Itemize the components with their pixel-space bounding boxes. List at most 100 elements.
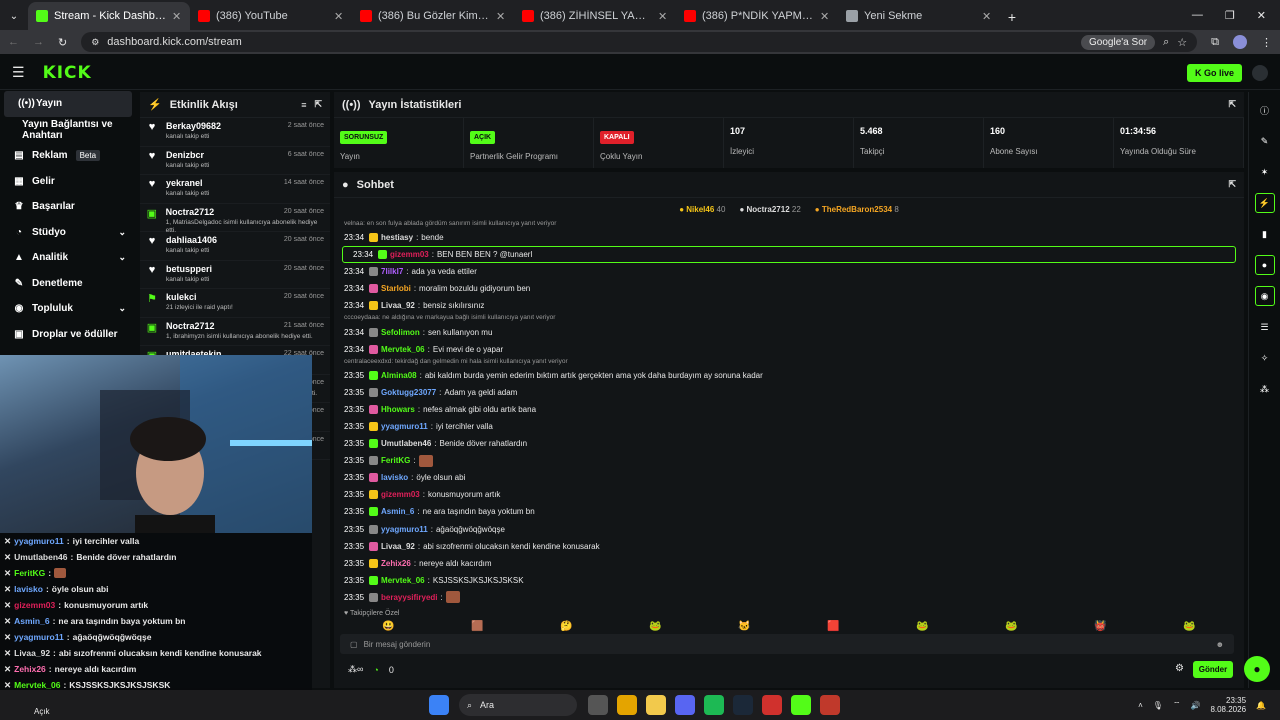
chat-message[interactable]: 23:35 lavisko: öyle olsun abi: [334, 469, 1244, 486]
edit-icon[interactable]: ✎: [1255, 131, 1275, 151]
sidebar-item[interactable]: Yayın Bağlantısı ve Anahtarı: [0, 118, 136, 144]
sidebar-item[interactable]: ◔ Stüdyo ⌄: [0, 220, 136, 246]
sidebar-item[interactable]: ♛ Başarılar: [0, 194, 136, 220]
message-username[interactable]: Umutlaben46: [381, 439, 431, 448]
chat-message[interactable]: 23:34 Sefolimon: sen kullanıyon mu: [334, 323, 1244, 340]
chat-message[interactable]: 23:35 FeritKG:: [334, 452, 1244, 469]
lightning-icon[interactable]: ⚡: [1254, 193, 1275, 213]
top-gifter[interactable]: ● Noctra2712 22: [739, 205, 800, 214]
tab-search-icon[interactable]: ⌄: [0, 2, 28, 30]
browser-tab[interactable]: Yeni Sekme ✕: [838, 2, 1000, 30]
popout-icon[interactable]: ⇱: [1228, 179, 1236, 190]
message-username[interactable]: gizemm03: [381, 490, 420, 499]
activity-user[interactable]: yekranel: [166, 178, 209, 188]
extensions-icon[interactable]: ⧉: [1211, 36, 1219, 49]
send-button[interactable]: Gönder: [1193, 661, 1233, 678]
message-username[interactable]: gizemm03: [390, 250, 429, 259]
filter-icon[interactable]: ≡: [301, 100, 306, 110]
app-icon[interactable]: [761, 695, 782, 715]
message-username[interactable]: Sefolimon: [381, 328, 420, 337]
chat-message[interactable]: 23:35 Zehix26: nereye aldı kacırdım: [334, 555, 1244, 572]
file-explorer-icon[interactable]: [645, 695, 666, 715]
task-view-icon[interactable]: [587, 695, 608, 715]
chat-message[interactable]: 23:34 7lilkl7: ada ya veda ettiler: [334, 263, 1244, 280]
browser-tab[interactable]: (386) Bu Gözler Kimin? 33 Ünlü ✕: [352, 2, 514, 30]
sidebar-item[interactable]: ◉ Topluluk ⌄: [0, 296, 136, 322]
discord-icon[interactable]: [674, 695, 695, 715]
chat-message[interactable]: 23:34 Starlobi: moralim bozuldu gidiyorum …: [334, 280, 1244, 297]
sidebar-item[interactable]: ((•)) Yayın: [4, 91, 132, 117]
google-ask-chip[interactable]: Google'a Sor: [1081, 34, 1156, 50]
emote[interactable]: 👹: [1094, 621, 1106, 632]
chat-message[interactable]: 23:35 Goktugg23077: Adam ya geldi adam: [334, 384, 1244, 401]
emote[interactable]: 😃: [382, 621, 394, 632]
chat-message[interactable]: 23:34 gizemm03: BEN BEN BEN ? @tunaerl: [342, 246, 1236, 264]
chat-message[interactable]: 23:35 yyagmuro11: iyi tercihler valla: [334, 418, 1244, 435]
chat-message[interactable]: 23:35 gizemm03: konusmuyorum artık: [334, 486, 1244, 503]
emote[interactable]: 🟥: [827, 621, 839, 632]
message-username[interactable]: lavisko: [381, 473, 408, 482]
volume-icon[interactable]: 🔊: [1190, 701, 1200, 710]
start-icon[interactable]: [428, 695, 449, 715]
message-username[interactable]: Livaa_92: [381, 301, 415, 310]
tab-close-icon[interactable]: ✕: [334, 10, 344, 23]
emote[interactable]: 🐸: [916, 621, 928, 632]
hamburger-menu-icon[interactable]: ☰: [12, 64, 25, 81]
chat-message[interactable]: 23:34 hestiasy: bende: [334, 229, 1244, 246]
app-icon[interactable]: [819, 695, 840, 715]
message-username[interactable]: Mervtek_06: [381, 576, 425, 585]
tab-close-icon[interactable]: ✕: [658, 10, 668, 23]
tab-close-icon[interactable]: ✕: [820, 10, 830, 23]
wrench-icon[interactable]: ✧: [1255, 348, 1275, 368]
wifi-icon[interactable]: ⌔: [1173, 700, 1181, 710]
emote[interactable]: 🐸: [1183, 621, 1195, 632]
site-info-icon[interactable]: ⚙: [91, 37, 99, 48]
top-gifter[interactable]: ● Nikel46 40: [679, 205, 725, 214]
zoom-icon[interactable]: ⌕: [1163, 36, 1169, 49]
clock[interactable]: 23:35 8.08.2026: [1210, 696, 1246, 714]
chevron-down-icon[interactable]: ⌄: [118, 303, 126, 314]
go-live-button[interactable]: K Go live: [1186, 63, 1242, 82]
activity-user[interactable]: kulekci: [166, 292, 233, 302]
info-icon[interactable]: ⓘ: [1255, 100, 1275, 120]
activity-user[interactable]: dahliaa1406: [166, 235, 217, 245]
reload-icon[interactable]: ↻: [58, 36, 67, 49]
chat-message[interactable]: 23:34 Livaa_92: bensiz sıkılırsınız: [334, 297, 1244, 314]
chevron-down-icon[interactable]: ⌄: [118, 227, 126, 238]
emote[interactable]: 🟫: [471, 621, 483, 632]
chat-input[interactable]: ▢ Bir mesaj gönderin ☻: [340, 634, 1234, 654]
browser-tab[interactable]: (386) P*NDİK YAPMA | Madara ✕: [676, 2, 838, 30]
emote[interactable]: 🐸: [649, 621, 661, 632]
message-username[interactable]: yyagmuro11: [381, 422, 428, 431]
chat-gear-icon[interactable]: ⚙: [1175, 663, 1184, 674]
message-username[interactable]: FeritKG: [381, 456, 410, 465]
chat-message[interactable]: 23:35 Mervtek_06: KSJSSKSJKSJKSJSKSK: [334, 572, 1244, 589]
chat-message[interactable]: 23:35 Livaa_92: abi sızofrenmi olucaksın k…: [334, 538, 1244, 555]
stack-icon[interactable]: ☰: [1255, 317, 1275, 337]
chevron-down-icon[interactable]: ⌄: [118, 252, 126, 263]
emote[interactable]: 🤔: [560, 621, 572, 632]
activity-user[interactable]: betuspperi: [166, 264, 212, 274]
message-username[interactable]: hestiasy: [381, 233, 413, 242]
forward-icon[interactable]: →: [33, 36, 44, 48]
chat-bubble-icon[interactable]: ●: [1254, 255, 1275, 275]
weather-widget[interactable]: Açık: [0, 695, 60, 716]
message-username[interactable]: Asmin_6: [381, 507, 414, 516]
message-username[interactable]: Mervtek_06: [381, 345, 425, 354]
chat-message[interactable]: 23:35 Asmin_6: ne ara taşındın baya yoktum…: [334, 503, 1244, 520]
chat-message[interactable]: 23:34 Mervtek_06: Evi mevi de o yapar: [334, 341, 1244, 358]
floating-chat-button[interactable]: ●: [1244, 656, 1270, 682]
message-username[interactable]: Livaa_92: [381, 542, 415, 551]
share-infinity-icon[interactable]: ⁂∞: [348, 664, 363, 675]
chat-message[interactable]: 23:35 Hhowars: nefes almak gibi oldu artık…: [334, 401, 1244, 418]
message-username[interactable]: 7lilkl7: [381, 267, 403, 276]
kick-logo[interactable]: KICK: [43, 63, 92, 83]
broadcast-icon[interactable]: ◉: [1254, 286, 1275, 306]
chat-message[interactable]: 23:35 Almina08: abi kaldım burda yemin ede…: [334, 367, 1244, 384]
message-username[interactable]: Zehix26: [381, 559, 411, 568]
chat-message[interactable]: 23:35 Umutlaben46: Benide döver rahatlardı…: [334, 435, 1244, 452]
sidebar-item[interactable]: ▣ Droplar ve ödüller: [0, 322, 136, 348]
activity-user[interactable]: Denizbcr: [166, 150, 209, 160]
tray-chevron-icon[interactable]: ˄: [1138, 701, 1143, 710]
close-window-icon[interactable]: ✕: [1257, 9, 1266, 22]
